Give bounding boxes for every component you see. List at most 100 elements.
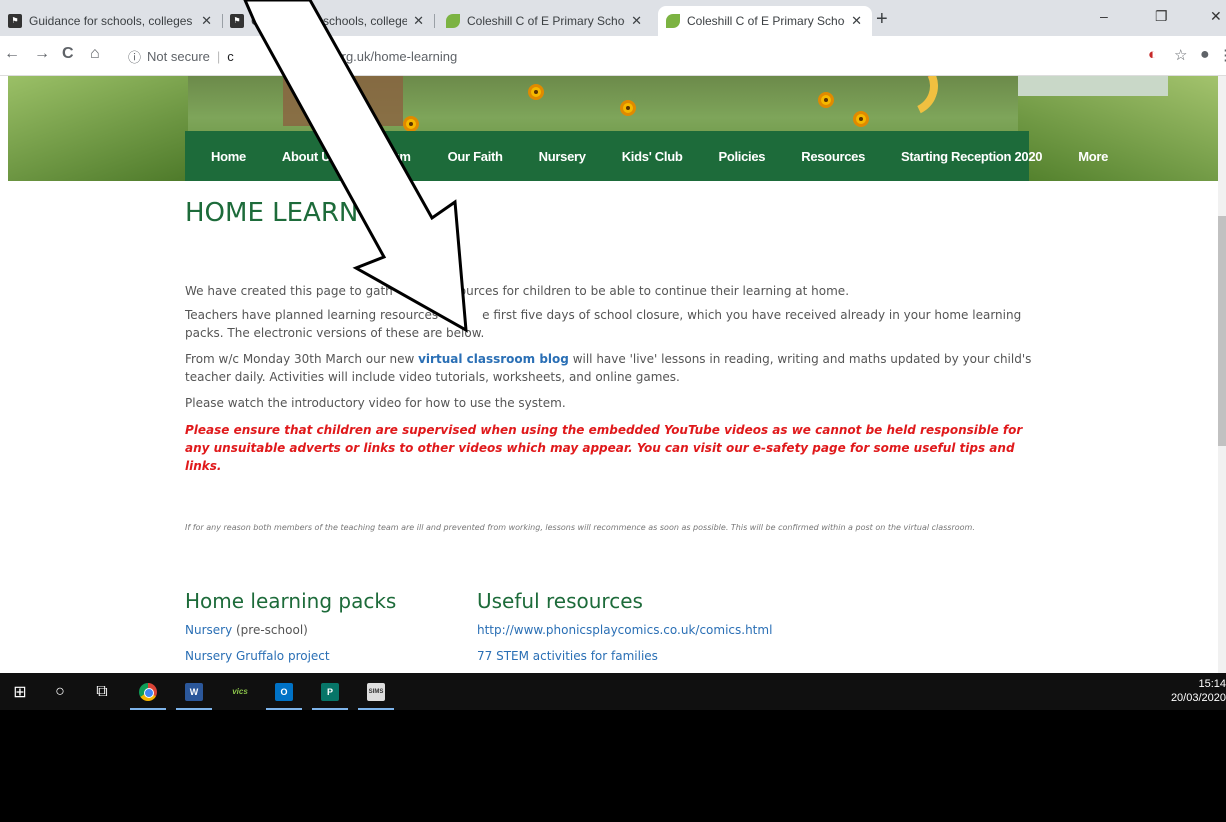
browser-toolbar: ← → C ⌂ ⓘ Not secure | c .org.uk/home-le… xyxy=(0,36,1226,76)
virtual-classroom-paragraph: From w/c Monday 30th March our new virtu… xyxy=(185,350,1035,386)
browser-tab-coleshill-1[interactable]: Coleshill C of E Primary School - ✕ xyxy=(438,6,652,36)
browser-tab-coleshill-active[interactable]: Coleshill C of E Primary School - ✕ xyxy=(658,6,872,36)
virtual-classroom-link[interactable]: virtual classroom blog xyxy=(418,352,569,366)
nav-our-faith[interactable]: Our Faith xyxy=(448,149,503,164)
nav-nursery[interactable]: Nursery xyxy=(539,149,586,164)
reload-button[interactable]: C xyxy=(62,45,74,63)
forward-button[interactable]: → xyxy=(34,45,50,63)
windows-taskbar: ⊞ ○ ⧉ W vics O P SIMS 15:14 20/03/2020 xyxy=(0,673,1226,710)
close-window-button[interactable]: ✕ xyxy=(1210,8,1222,25)
clock-time: 15:14 xyxy=(1198,678,1226,690)
sunflower-icon xyxy=(853,111,869,127)
browser-tab-guidance-1[interactable]: ⚑ Guidance for schools, colleges an ✕ xyxy=(0,6,223,36)
intro-paragraph: We have created this page to gath ources … xyxy=(185,282,1035,300)
scrollbar-thumb[interactable] xyxy=(1218,216,1226,446)
url-path: .org.uk/home-learning xyxy=(330,48,458,64)
close-icon[interactable]: ✕ xyxy=(413,13,424,29)
banner-field-left xyxy=(8,76,188,181)
leaf-icon xyxy=(666,14,680,28)
taskbar-publisher[interactable]: P xyxy=(308,673,352,710)
start-button[interactable]: ⊞ xyxy=(0,673,40,710)
nursery-pack-suffix: (pre-school) xyxy=(232,623,308,637)
outlook-icon: O xyxy=(275,682,293,701)
webpage: Home About U lum Our Faith Nursery Kids'… xyxy=(0,76,1226,673)
taskbar-word[interactable]: W xyxy=(172,673,216,710)
url-host: c xyxy=(227,48,234,64)
divider: | xyxy=(216,48,221,64)
new-tab-button[interactable]: + xyxy=(876,8,888,31)
clock-date: 20/03/2020 xyxy=(1170,692,1226,704)
close-icon[interactable]: ✕ xyxy=(631,13,642,29)
sunflower-icon xyxy=(620,100,636,116)
gruffalo-pack-item: Nursery Gruffalo project xyxy=(185,649,330,663)
nursery-pack-item: Nursery (pre-school) xyxy=(185,623,308,637)
nav-resources[interactable]: Resources xyxy=(801,149,865,164)
publisher-icon: P xyxy=(321,682,339,701)
nav-starting-reception[interactable]: Starting Reception 2020 xyxy=(901,149,1043,164)
restore-button[interactable]: ❐ xyxy=(1155,8,1168,25)
profile-icon[interactable]: ● xyxy=(1200,46,1210,64)
text: Teachers have planned learning resources xyxy=(185,308,439,322)
nursery-pack-link[interactable]: Nursery xyxy=(185,623,232,637)
banner-rainbow xyxy=(869,76,947,125)
tab-title: Guidance for schools, colleges an xyxy=(251,14,408,28)
close-icon[interactable]: ✕ xyxy=(851,13,862,29)
word-icon: W xyxy=(185,682,203,701)
browser-tab-guidance-2[interactable]: ⚑ Guidance for schools, colleges an ✕ xyxy=(222,6,435,36)
taskbar-vics[interactable]: vics xyxy=(218,673,262,710)
nav-more[interactable]: More xyxy=(1078,149,1108,164)
tab-separator xyxy=(434,14,435,28)
page-title: HOME LEARN xyxy=(185,198,359,228)
taskbar-chrome[interactable] xyxy=(126,673,170,710)
browser-tabstrip: ⚑ Guidance for schools, colleges an ✕ ⚑ … xyxy=(0,0,1226,36)
nav-about-us[interactable]: About U xyxy=(282,149,331,164)
address-bar[interactable]: ⓘ Not secure | c .org.uk/home-learning xyxy=(118,42,1134,70)
windows-icon: ⊞ xyxy=(13,683,27,701)
site-nav: Home About U lum Our Faith Nursery Kids'… xyxy=(185,131,1108,181)
sunflower-icon xyxy=(818,92,834,108)
star-icon[interactable]: ☆ xyxy=(1174,46,1187,64)
video-paragraph: Please watch the introductory video for … xyxy=(185,396,566,410)
sunflower-icon xyxy=(403,116,419,132)
page-scrollbar[interactable] xyxy=(1218,76,1226,673)
extension-icon[interactable]: ◐ xyxy=(1148,46,1157,63)
nav-home[interactable]: Home xyxy=(211,149,246,164)
security-label: Not secure xyxy=(147,48,210,64)
warning-text: Please ensure that children are supervis… xyxy=(185,423,1023,473)
info-icon[interactable]: ⓘ xyxy=(128,47,141,66)
sunflower-icon xyxy=(528,84,544,100)
back-button[interactable]: ← xyxy=(4,45,20,63)
tab-title: Coleshill C of E Primary School - xyxy=(687,14,846,28)
tab-title: Guidance for schools, colleges an xyxy=(29,14,196,28)
stem-activities-link[interactable]: 77 STEM activities for families xyxy=(477,649,658,663)
banner-sky xyxy=(1018,76,1168,96)
menu-icon[interactable]: ⋮ xyxy=(1218,46,1226,64)
task-view-button[interactable]: ⧉ xyxy=(80,673,124,710)
nav-policies[interactable]: Policies xyxy=(718,149,765,164)
taskbar-outlook[interactable]: O xyxy=(262,673,306,710)
teachers-paragraph: Teachers have planned learning resources… xyxy=(185,306,1035,342)
chrome-icon xyxy=(139,682,157,701)
minimize-button[interactable]: – xyxy=(1100,8,1108,24)
useful-resources-heading: Useful resources xyxy=(477,589,643,613)
system-clock[interactable]: 15:14 20/03/2020 xyxy=(1166,677,1226,705)
taskbar-sims[interactable]: SIMS xyxy=(354,673,398,710)
gruffalo-pack-link[interactable]: Nursery Gruffalo project xyxy=(185,649,330,663)
phonics-link[interactable]: http://www.phonicsplaycomics.co.uk/comic… xyxy=(477,623,772,637)
close-icon[interactable]: ✕ xyxy=(201,13,212,29)
black-margin xyxy=(0,710,1226,822)
sunflower-icon xyxy=(338,98,354,114)
task-view-icon: ⧉ xyxy=(96,682,108,700)
leaf-icon xyxy=(446,14,460,28)
text: ources for children to be able to contin… xyxy=(458,284,850,298)
nav-kids-club[interactable]: Kids' Club xyxy=(622,149,683,164)
gov-icon: ⚑ xyxy=(230,14,244,28)
home-button[interactable]: ⌂ xyxy=(90,45,100,63)
sims-icon: SIMS xyxy=(367,682,385,701)
tab-title: Coleshill C of E Primary School - xyxy=(467,14,626,28)
home-learning-packs-heading: Home learning packs xyxy=(185,589,397,613)
text: From w/c Monday 30th March our new xyxy=(185,352,419,366)
search-button[interactable]: ○ xyxy=(38,673,82,710)
vics-icon: vics xyxy=(232,686,248,696)
nav-curriculum[interactable]: lum xyxy=(388,149,411,164)
